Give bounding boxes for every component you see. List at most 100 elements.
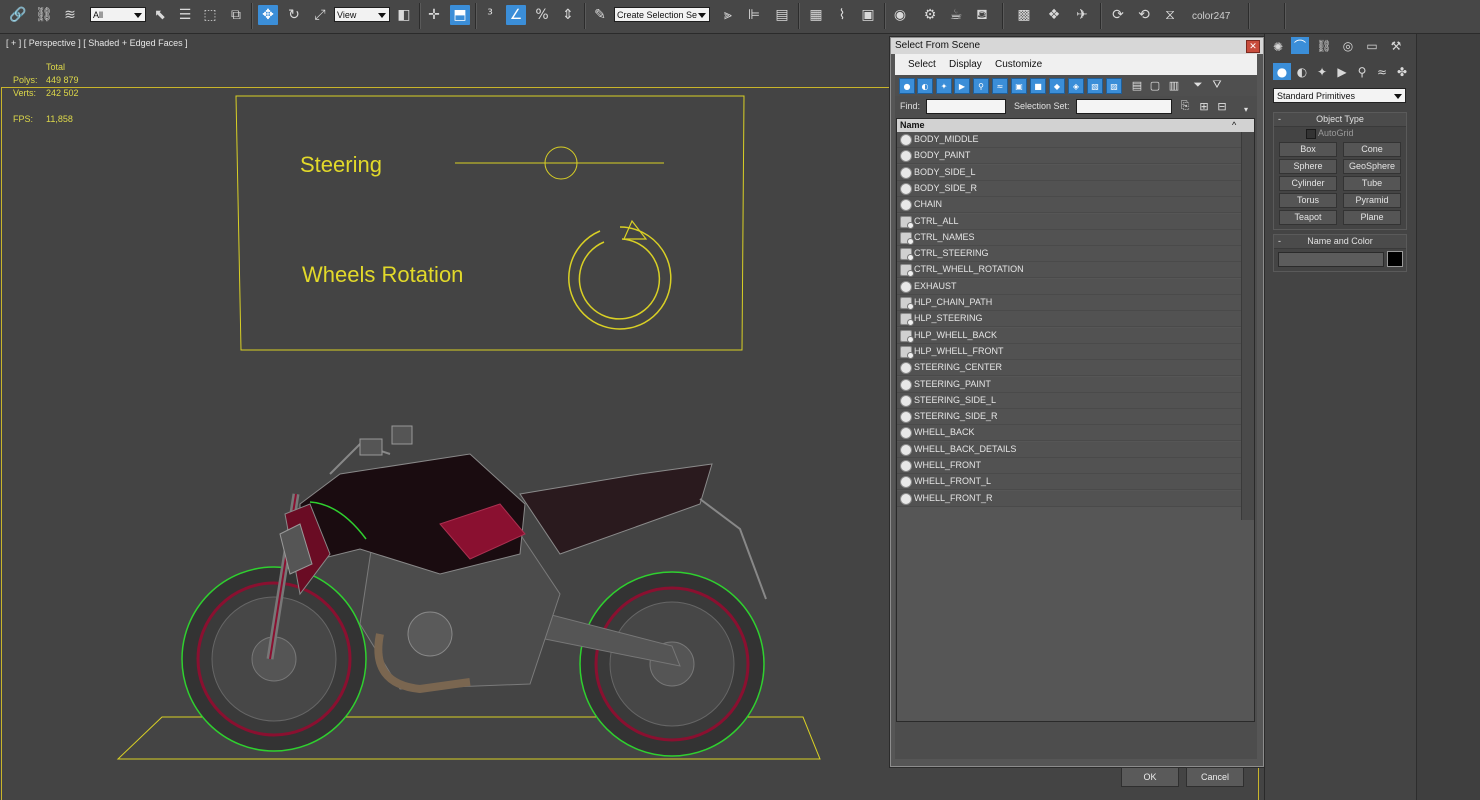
graphite-toolbar-icon[interactable]: ▦	[806, 5, 826, 25]
list-item[interactable]: CHAIN	[897, 197, 1241, 214]
list-item[interactable]: STEERING_SIDE_R	[897, 409, 1241, 426]
filter-cameras-icon[interactable]: ▶	[954, 78, 970, 94]
cameras-category-icon[interactable]: ▶	[1333, 63, 1351, 80]
options-chevron-icon[interactable]: ▾	[1239, 102, 1253, 116]
list-item[interactable]: CTRL_STEERING	[897, 246, 1241, 263]
lights-category-icon[interactable]: ✦	[1313, 63, 1331, 80]
filter-containers-icon[interactable]: ◈	[1068, 78, 1084, 94]
control-panel-helper[interactable]	[235, 95, 745, 351]
motion-tab-icon[interactable]: ◎	[1339, 37, 1357, 54]
save-selection-set-icon[interactable]: ⎘	[1178, 99, 1192, 113]
list-item[interactable]: STEERING_SIDE_L	[897, 392, 1241, 409]
scene-tool-a-icon[interactable]: ▩	[1014, 5, 1034, 25]
filter-hidden-icon[interactable]: ▨	[1106, 78, 1122, 94]
edit-named-selection-icon[interactable]: ✎	[590, 5, 610, 25]
animation-tool-b-icon[interactable]: ⟲	[1134, 5, 1154, 25]
helpers-category-icon[interactable]: ⚲	[1353, 63, 1371, 80]
close-icon[interactable]: ✕	[1246, 40, 1260, 53]
reference-coordinate-dropdown[interactable]: View	[334, 7, 390, 22]
filter-lights-icon[interactable]: ✦	[936, 78, 952, 94]
pivot-point-center-icon[interactable]: ◧	[394, 5, 414, 25]
cylinder-button[interactable]: Cylinder	[1279, 176, 1337, 191]
list-item[interactable]: WHELL_FRONT_R	[897, 490, 1241, 507]
cone-button[interactable]: Cone	[1343, 142, 1401, 157]
list-item[interactable]: HLP_CHAIN_PATH	[897, 295, 1241, 311]
render-setup-icon[interactable]: ⚙	[920, 5, 940, 25]
filter-xrefs-icon[interactable]: ■	[1030, 78, 1046, 94]
geosphere-button[interactable]: GeoSphere	[1343, 159, 1401, 174]
spacewarps-category-icon[interactable]: ≈	[1373, 63, 1391, 80]
select-and-move-icon[interactable]: ✥	[258, 5, 278, 25]
list-item[interactable]: HLP_STEERING	[897, 311, 1241, 328]
teapot-button[interactable]: Teapot	[1279, 210, 1337, 225]
dialog-title-bar[interactable]: Select From Scene ✕	[891, 38, 1263, 54]
add-to-selection-set-icon[interactable]: ⊞	[1197, 99, 1211, 113]
list-item[interactable]: WHELL_BACK_DETAILS	[897, 441, 1241, 458]
align-icon[interactable]: ⊫	[744, 5, 764, 25]
list-item[interactable]: CTRL_WHELL_ROTATION	[897, 262, 1241, 279]
select-invert-icon[interactable]: ▥	[1167, 78, 1181, 92]
select-and-link-icon[interactable]: 🔗	[8, 5, 28, 25]
percent-snap-icon[interactable]: %	[532, 5, 552, 25]
named-selection-sets-dropdown[interactable]: Create Selection Se	[614, 7, 710, 22]
rectangular-selection-icon[interactable]: ⬚	[200, 5, 220, 25]
list-item[interactable]: HLP_WHELL_FRONT	[897, 343, 1241, 360]
list-item[interactable]: STEERING_CENTER	[897, 360, 1241, 377]
render-production-icon[interactable]: ⛾	[972, 5, 992, 25]
scene-tool-c-icon[interactable]: ✈	[1072, 5, 1092, 25]
filter-bones-icon[interactable]: ◆	[1049, 78, 1065, 94]
animation-tool-c-icon[interactable]: ⧖	[1160, 5, 1180, 25]
list-item[interactable]: CTRL_NAMES	[897, 229, 1241, 246]
utilities-tab-icon[interactable]: ⚒	[1387, 37, 1405, 54]
list-item[interactable]: BODY_SIDE_L	[897, 164, 1241, 181]
animation-tool-a-icon[interactable]: ⟳	[1108, 5, 1128, 25]
menu-display[interactable]: Display	[949, 59, 982, 70]
select-all-icon[interactable]: ▤	[1130, 78, 1144, 92]
mirror-icon[interactable]: ⫸	[718, 5, 738, 25]
list-item[interactable]: BODY_MIDDLE	[897, 132, 1241, 148]
box-button[interactable]: Box	[1279, 142, 1337, 157]
systems-category-icon[interactable]: ✤	[1393, 63, 1411, 80]
list-item[interactable]: STEERING_PAINT	[897, 376, 1241, 393]
torus-button[interactable]: Torus	[1279, 193, 1337, 208]
list-scrollbar[interactable]	[1241, 132, 1254, 520]
select-and-rotate-icon[interactable]: ↻	[284, 5, 304, 25]
list-item[interactable]: EXHAUST	[897, 278, 1241, 295]
geometry-category-icon[interactable]: ●	[1273, 63, 1291, 80]
menu-customize[interactable]: Customize	[995, 59, 1042, 70]
ok-button[interactable]: OK	[1121, 767, 1179, 787]
object-color-swatch[interactable]	[1387, 251, 1403, 267]
hierarchy-tab-icon[interactable]: ⛓	[1315, 37, 1333, 54]
object-name-field[interactable]	[1278, 252, 1384, 267]
filter-spacewarps-icon[interactable]: ≈	[992, 78, 1008, 94]
select-object-icon[interactable]: ⬉	[150, 5, 170, 25]
list-item[interactable]: WHELL_FRONT_L	[897, 474, 1241, 491]
motorcycle-model[interactable]	[181, 425, 767, 757]
list-item[interactable]: WHELL_FRONT	[897, 458, 1241, 474]
filter-options-icon[interactable]: ⛛	[1210, 78, 1224, 92]
selection-filter-dropdown[interactable]: All	[90, 7, 146, 22]
cancel-button[interactable]: Cancel	[1186, 767, 1244, 787]
select-and-scale-icon[interactable]: ⤢	[310, 5, 330, 25]
list-item[interactable]: CTRL_ALL	[897, 213, 1241, 230]
filter-frozen-icon[interactable]: ▧	[1087, 78, 1103, 94]
list-item[interactable]: HLP_WHELL_BACK	[897, 327, 1241, 344]
filter-shapes-icon[interactable]: ◐	[917, 78, 933, 94]
curve-editor-icon[interactable]: ⌇	[832, 5, 852, 25]
select-by-name-icon[interactable]: ☰	[175, 5, 195, 25]
create-tab-icon[interactable]: ⌒	[1291, 37, 1309, 54]
display-tab-icon[interactable]: ▭	[1363, 37, 1381, 54]
autogrid-checkbox[interactable]	[1306, 129, 1316, 139]
plane-button[interactable]: Plane	[1343, 210, 1401, 225]
layer-manager-icon[interactable]: ▤	[772, 5, 792, 25]
sphere-button[interactable]: Sphere	[1279, 159, 1337, 174]
primitive-category-dropdown[interactable]: Standard Primitives	[1273, 88, 1406, 103]
material-editor-icon[interactable]: ◉	[890, 5, 910, 25]
keyboard-shortcut-override-icon[interactable]: ⬒	[450, 5, 470, 25]
filter-funnel-icon[interactable]: ⏷	[1191, 78, 1205, 92]
name-column-header[interactable]: Name ^	[897, 119, 1254, 132]
rendered-frame-window-icon[interactable]: ☕	[946, 5, 966, 25]
filter-groups-icon[interactable]: ▣	[1011, 78, 1027, 94]
scene-tool-b-icon[interactable]: ❖	[1044, 5, 1064, 25]
schematic-view-icon[interactable]: ▣	[858, 5, 878, 25]
